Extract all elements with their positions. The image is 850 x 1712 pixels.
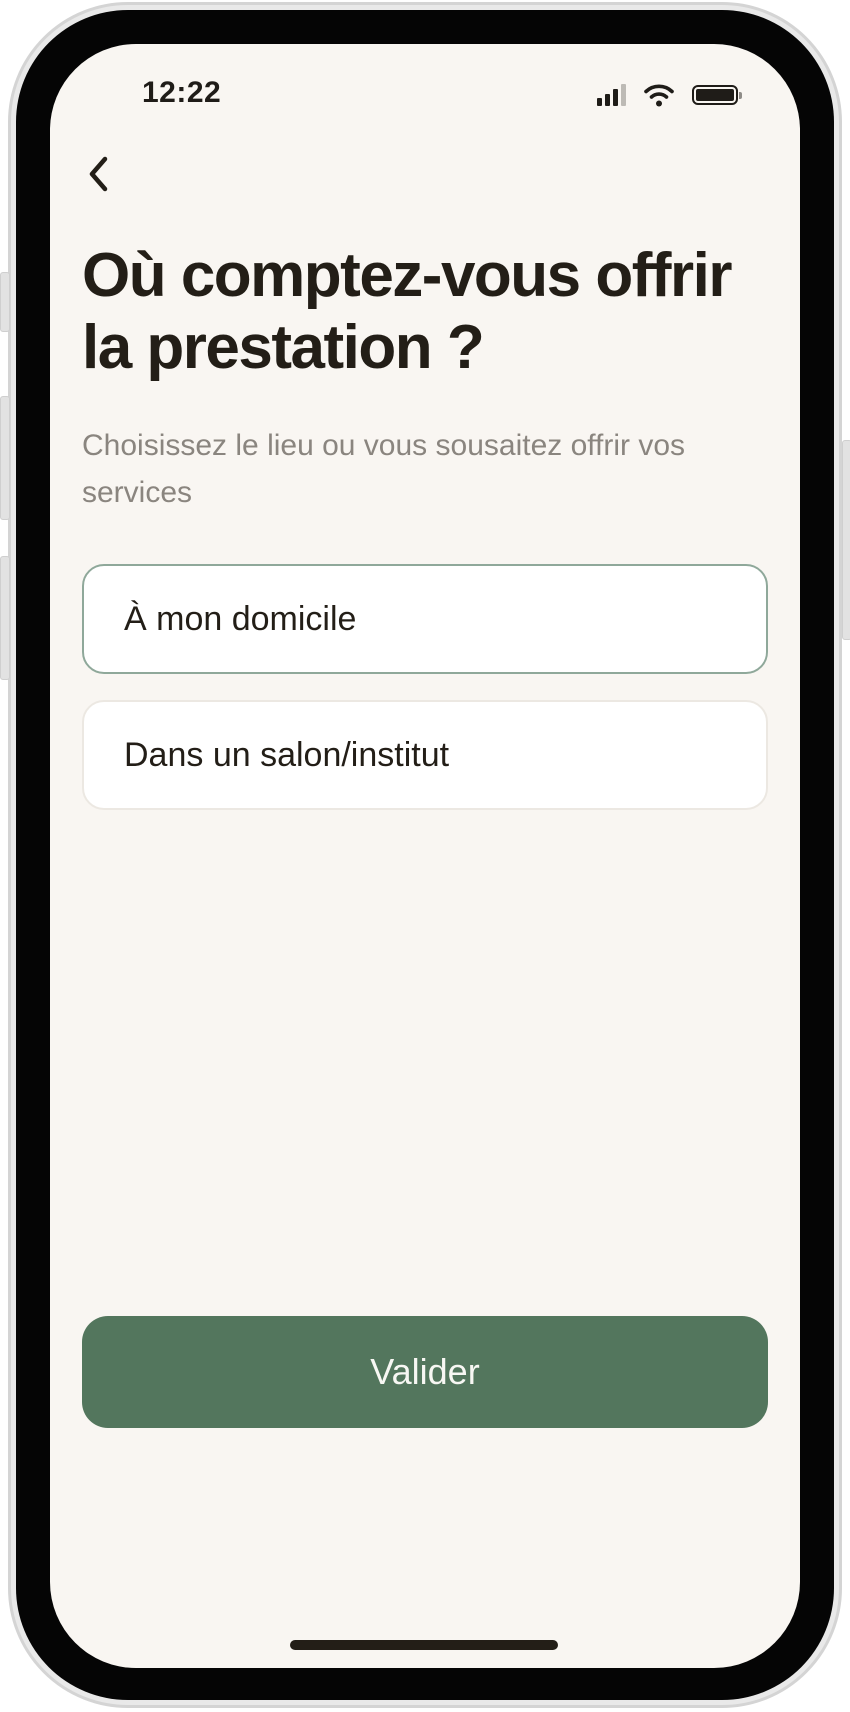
validate-button[interactable]: Valider: [82, 1316, 768, 1428]
home-indicator[interactable]: [290, 1640, 558, 1650]
page-title: Où comptez-vous offrir la prestation ?: [82, 241, 733, 382]
page-subtitle: Choisissez le lieu ou vous sousaitez off…: [82, 429, 686, 509]
battery-icon: [692, 85, 742, 105]
validate-button-label: Valider: [370, 1351, 480, 1392]
option-salon[interactable]: Dans un salon/institut: [82, 700, 768, 810]
back-button[interactable]: [76, 152, 120, 196]
option-salon-label: Dans un salon/institut: [124, 735, 450, 774]
cellular-signal-icon: [597, 84, 626, 106]
status-icons: [597, 80, 742, 110]
action-button: [0, 272, 10, 332]
app-screen: 12:22 Où comptez-vous offrir la prestati…: [50, 44, 800, 1668]
status-time: 12:22: [142, 76, 222, 109]
volume-down-button: [0, 556, 10, 680]
chevron-left-icon: [89, 156, 108, 192]
wifi-icon: [644, 84, 674, 107]
option-home-label: À mon domicile: [124, 599, 357, 638]
power-button: [842, 440, 850, 640]
volume-up-button: [0, 396, 10, 520]
option-home[interactable]: À mon domicile: [82, 564, 768, 674]
